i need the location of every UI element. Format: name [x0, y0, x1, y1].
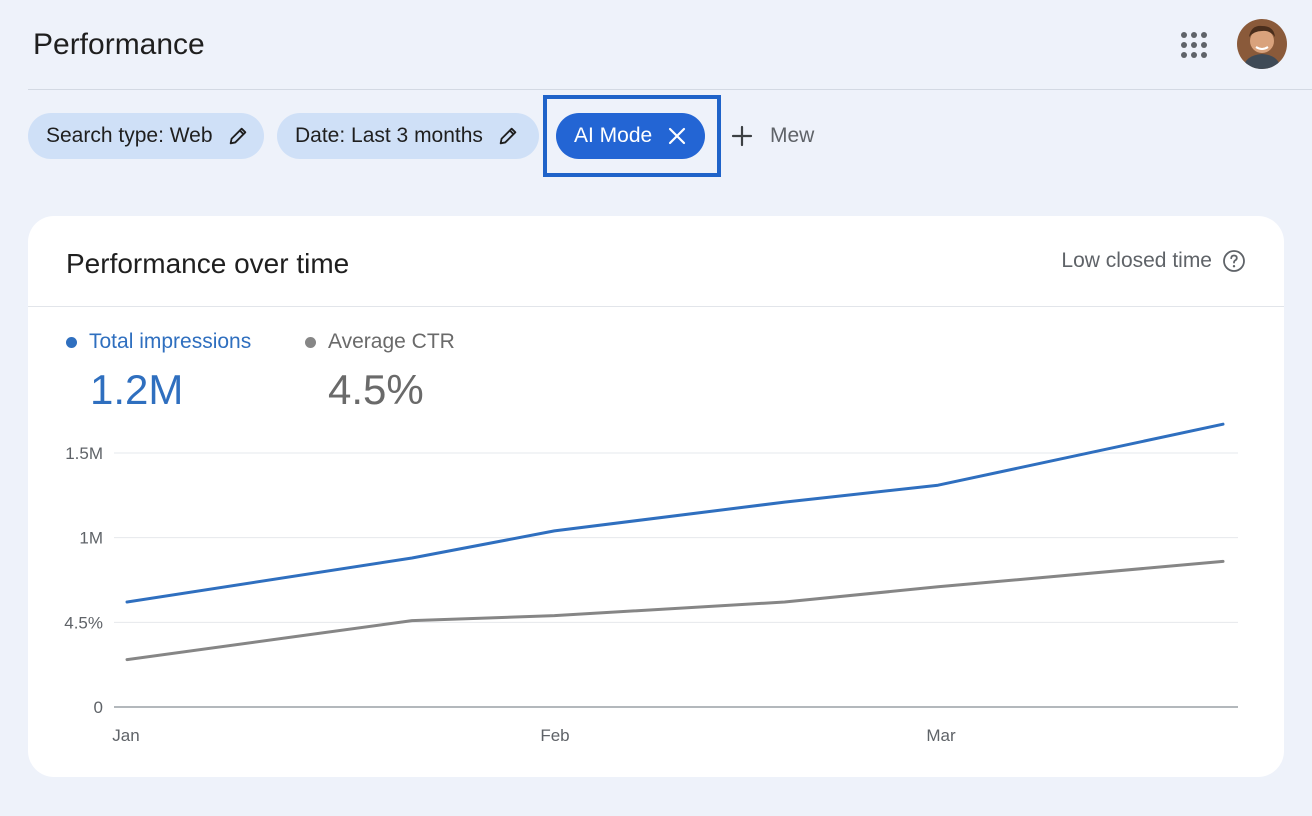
x-tick-label: Jan: [112, 726, 139, 745]
y-tick-label: 1.5M: [65, 444, 103, 463]
y-tick-label: 1M: [79, 529, 103, 548]
performance-line-chart: 0 4.5% 1M 1.5M Jan Feb Mar: [64, 422, 1238, 745]
x-tick-label: Mar: [926, 726, 956, 745]
x-tick-label: Feb: [540, 726, 569, 745]
y-tick-label: 0: [94, 698, 103, 717]
y-tick-label: 4.5%: [64, 613, 103, 632]
